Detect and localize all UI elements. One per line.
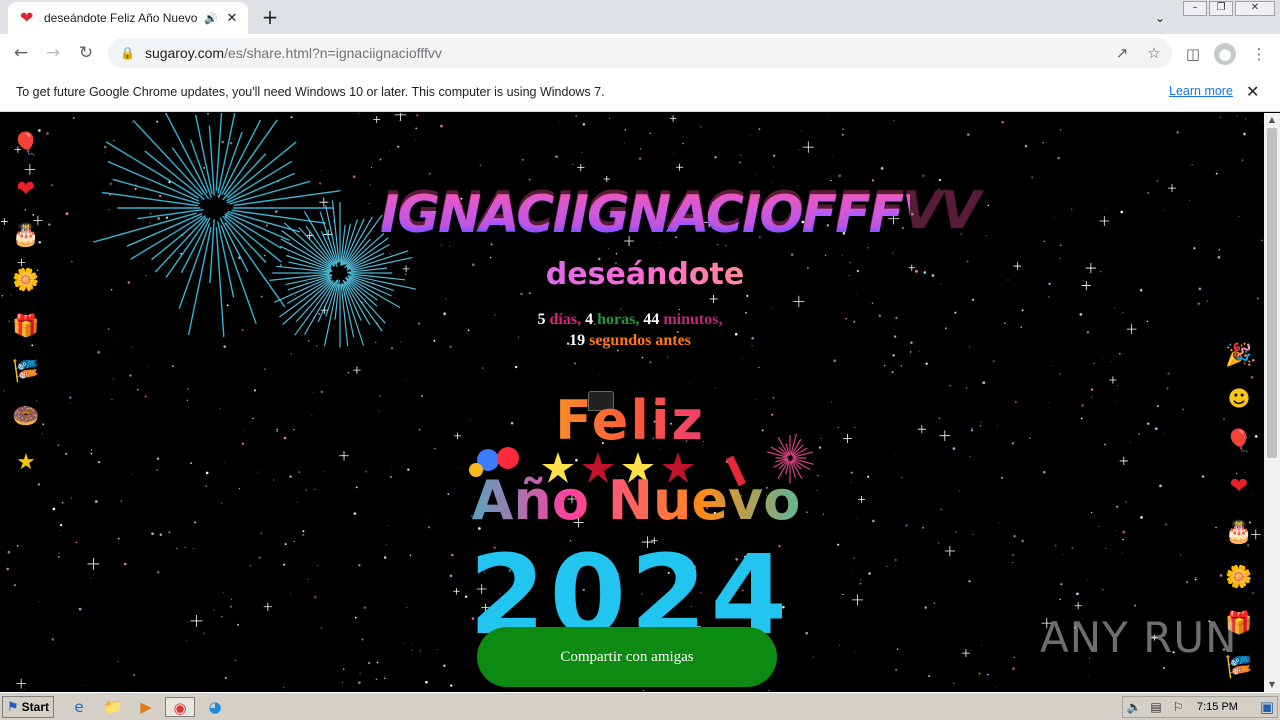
tab-title: deseándote Feliz Año Nuevo 2024 [44,11,198,25]
clock[interactable]: 7:15 PM [1197,701,1238,713]
chrome-icon[interactable]: ◉ [165,697,195,717]
scrollbar-thumb[interactable] [1267,128,1277,458]
countdown-seconds-label: segundos antes [589,332,691,349]
menu-kebab-icon[interactable]: ⋮ [1248,43,1270,65]
start-button[interactable]: ⚑ Start [2,696,54,718]
countdown-hours: 4 [585,311,594,328]
learn-more-link[interactable]: Learn more [1169,84,1233,98]
folder-icon[interactable]: 📁 [102,697,124,717]
restore-icon[interactable]: ❐ [1209,1,1233,16]
side-panel-icon[interactable]: ◫ [1182,43,1204,65]
countdown-minutes-label: minutos, [663,311,723,328]
url-path: /es/share.html?n=ignaciignaciofffvv [224,45,442,61]
tab-strip: ❤ deseándote Feliz Año Nuevo 2024 🔊 ✕ + … [0,0,1280,34]
scroll-down-icon[interactable]: ▼ [1264,678,1280,692]
chevron-down-icon[interactable]: ⌄ [1150,8,1170,28]
countdown-seconds: 19 [569,332,586,349]
edge-icon[interactable]: ◕ [204,697,226,717]
close-icon[interactable]: ✕ [1235,1,1275,16]
heart-icon: ❤ [20,8,34,27]
greeting-ano-nuevo: Año Nuevo [436,469,836,532]
countdown-minutes: 44 [643,311,660,328]
browser-toolbar: ← → ↻ 🔒 sugaroy.com/es/share.html?n=igna… [0,34,1280,72]
flag-icon[interactable]: ⚐ [1167,700,1189,714]
speaker-icon[interactable]: 🔊 [204,12,218,25]
infobar-message: To get future Google Chrome updates, you… [16,84,605,99]
address-bar[interactable]: 🔒 sugaroy.com/es/share.html?n=ignaciigna… [108,38,1172,68]
share-button[interactable]: Compartir con amigas [477,627,777,687]
windows-taskbar: ⚑ Start e 📁 ▶ ◉ ◕ 🔈 ▤ ⚐ 7:15 PM ▣ [0,692,1280,720]
network-icon[interactable]: ▤ [1145,700,1167,714]
anyrun-watermark: ANY RUN [1040,613,1238,662]
back-arrow-icon[interactable]: ← [9,41,33,65]
close-icon[interactable]: ✕ [224,11,240,26]
forward-arrow-icon[interactable]: → [41,41,65,65]
start-label: Start [21,700,49,714]
volume-icon[interactable]: 🔈 [1123,700,1145,714]
close-icon[interactable]: ✕ [1246,82,1259,101]
scroll-up-icon[interactable]: ▲ [1264,113,1280,127]
lock-icon[interactable]: 🔒 [120,46,135,60]
internet-explorer-icon[interactable]: e [68,697,90,717]
page-viewport: 🎈 ❤ 🎂 🌼 🎁 🎏 🍩 ★ 🎉 ☻ 🎈 ❤ 🎂 🌼 🎁 🎏 IGNACIIG… [0,113,1264,692]
plus-icon[interactable]: + [258,5,282,29]
media-player-icon[interactable]: ▶ [135,697,157,717]
share-icon[interactable]: ↗ [1112,43,1132,63]
page-scrollbar[interactable]: ▲ ▼ [1264,113,1280,692]
recipient-name: IGNACIIGNACIOFFFVV [380,185,981,245]
url-host: sugaroy.com [144,45,225,61]
balloon-red [497,447,519,469]
system-tray: 🔈 ▤ ⚐ 7:15 PM [1122,696,1278,718]
browser-tab[interactable]: ❤ deseándote Feliz Año Nuevo 2024 🔊 ✕ [8,2,248,34]
countdown-hours-label: horas, [597,311,640,328]
star-icon[interactable]: ☆ [1144,43,1164,63]
countdown: 5 días, 4 horas, 44 minutos, 19 segundos… [430,309,830,351]
profile-icon[interactable]: ● [1214,43,1236,65]
wish-text: deseándote [440,257,850,292]
reload-icon[interactable]: ↻ [74,41,98,65]
update-infobar: To get future Google Chrome updates, you… [0,72,1280,112]
minimize-icon[interactable]: – [1183,1,1207,16]
countdown-days-label: días, [549,311,582,328]
windows-logo-icon: ⚑ [7,699,19,715]
countdown-days: 5 [537,311,546,328]
show-desktop-icon[interactable]: ▣ [1256,697,1278,717]
